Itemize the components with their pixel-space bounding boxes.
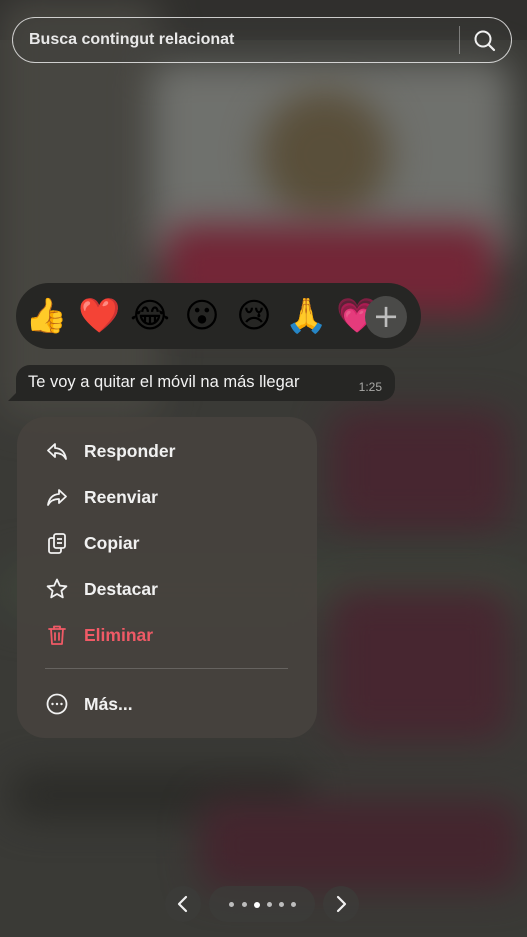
message-text: Te voy a quitar el móvil na más llegar [28, 373, 300, 391]
message-bubble[interactable]: Te voy a quitar el móvil na más llegar 1… [16, 365, 395, 401]
search-icon[interactable] [471, 27, 499, 55]
menu-label: Más... [84, 694, 133, 714]
page-dot [291, 902, 296, 907]
reaction-laugh[interactable]: 😂 [129, 295, 171, 337]
page-dot [267, 902, 272, 907]
menu-item-reply[interactable]: Responder [17, 428, 317, 474]
menu-item-copy[interactable]: Copiar [17, 520, 317, 566]
plus-icon[interactable]: + [365, 296, 407, 338]
reply-icon [45, 439, 69, 463]
chevron-left-icon[interactable] [165, 886, 201, 922]
page-indicator [209, 886, 315, 922]
page-dot [229, 902, 234, 907]
menu-label: Reenviar [84, 487, 158, 507]
page-dot-active [254, 901, 260, 908]
menu-label: Copiar [84, 533, 140, 553]
message-time: 1:25 [358, 380, 382, 394]
reaction-surprised[interactable]: 😮 [181, 295, 223, 337]
menu-label: Destacar [84, 579, 158, 599]
star-icon [45, 577, 69, 601]
reaction-thumbs-up[interactable]: 👍 [25, 295, 67, 337]
reaction-sad[interactable]: 😢 [233, 295, 275, 337]
menu-item-delete[interactable]: Eliminar [17, 612, 317, 658]
reaction-bar: 👍 ❤️ 😂 😮 😢 🙏 💗 + [16, 283, 421, 349]
search-input[interactable] [29, 18, 449, 62]
search-bar [12, 17, 512, 63]
menu-item-star[interactable]: Destacar [17, 566, 317, 612]
chevron-right-icon[interactable] [323, 886, 359, 922]
search-divider [459, 26, 460, 54]
menu-divider [45, 668, 288, 669]
copy-icon [45, 531, 69, 555]
menu-item-forward[interactable]: Reenviar [17, 474, 317, 520]
reaction-pray[interactable]: 🙏 [285, 295, 327, 337]
context-menu: Responder Reenviar Copiar Destacar Elimi… [17, 417, 317, 738]
menu-item-more[interactable]: Más... [17, 681, 317, 727]
menu-label: Responder [84, 441, 176, 461]
reaction-heart[interactable]: ❤️ [78, 295, 120, 337]
page-dot [242, 902, 247, 907]
menu-label: Eliminar [84, 625, 154, 645]
more-icon [45, 692, 69, 716]
trash-icon [45, 623, 69, 647]
page-dot [279, 902, 284, 907]
forward-icon [45, 485, 69, 509]
